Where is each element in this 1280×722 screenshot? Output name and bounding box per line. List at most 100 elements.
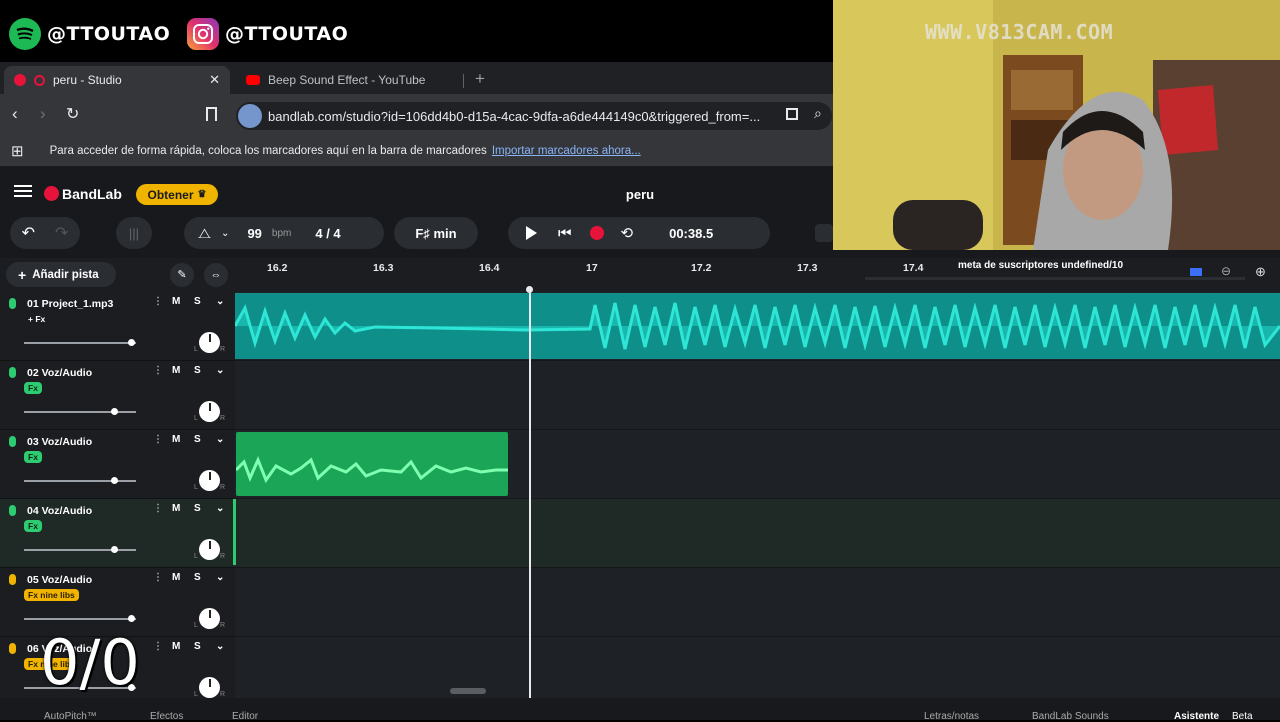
close-tab-icon[interactable]: ✕ <box>209 72 220 88</box>
mute-button[interactable]: M <box>172 365 180 376</box>
chevron-down-icon[interactable]: ⌄ <box>216 503 224 514</box>
volume-knob[interactable] <box>111 477 118 484</box>
tab-youtube[interactable]: Beep Sound Effect - YouTube <box>236 66 464 94</box>
fit-icon[interactable]: ⇔ <box>204 263 228 287</box>
zoom-out-icon[interactable]: ⊖ <box>1221 264 1231 278</box>
editor-button[interactable]: Editor <box>232 711 258 722</box>
volume-knob[interactable] <box>111 546 118 553</box>
volume-knob[interactable] <box>111 408 118 415</box>
reload-icon[interactable]: ↻ <box>66 104 79 124</box>
lane-06[interactable] <box>235 637 1280 706</box>
pencil-icon[interactable]: ✎ <box>170 263 194 287</box>
track-row-01[interactable]: 01 Project_1.mp3 ⋮ M S ⌄ + Fx L R <box>0 292 235 361</box>
mute-button[interactable]: M <box>172 434 180 445</box>
track-menu-icon[interactable]: ⋮ <box>153 365 163 376</box>
pan-knob[interactable] <box>199 677 220 698</box>
fx-badge[interactable]: Fx <box>24 520 42 532</box>
arrangement-area[interactable] <box>233 286 1280 698</box>
pan-knob[interactable] <box>199 332 220 353</box>
mute-button[interactable]: M <box>172 572 180 583</box>
apps-grid-icon[interactable]: ⊞ <box>11 142 24 160</box>
chevron-down-icon[interactable]: ⌄ <box>216 434 224 445</box>
key-selector[interactable]: F♯ min <box>394 217 478 249</box>
track-name[interactable]: 03 Voz/Audio <box>27 436 92 448</box>
track-name[interactable]: 01 Project_1.mp3 <box>27 298 113 310</box>
fx-badge[interactable]: Fx nine libs <box>24 589 79 601</box>
effects-button[interactable]: Efectos <box>150 711 183 722</box>
mute-button[interactable]: M <box>172 296 180 307</box>
sounds-button[interactable]: BandLab Sounds <box>1032 711 1109 722</box>
lane-03[interactable] <box>234 430 1280 499</box>
mic-permission-icon[interactable] <box>238 104 262 128</box>
new-tab-icon[interactable]: + <box>475 69 485 89</box>
bpm-value[interactable]: 99 <box>247 226 261 241</box>
assistant-button[interactable]: Asistente <box>1174 711 1219 722</box>
mute-button[interactable]: M <box>172 503 180 514</box>
solo-button[interactable]: S <box>194 434 201 445</box>
volume-slider[interactable] <box>24 339 136 346</box>
volume-knob[interactable] <box>128 339 135 346</box>
forward-icon[interactable]: › <box>40 104 46 124</box>
pan-knob[interactable] <box>199 401 220 422</box>
audio-region-voz-03[interactable] <box>234 432 508 496</box>
get-button[interactable]: Obtener ♛ <box>136 184 218 205</box>
chevron-down-icon[interactable]: ⌄ <box>216 296 224 307</box>
track-menu-icon[interactable]: ⋮ <box>153 503 163 514</box>
fx-badge[interactable]: Fx <box>24 382 42 394</box>
horizontal-scrollbar[interactable] <box>450 688 486 694</box>
pan-knob[interactable] <box>199 608 220 629</box>
track-menu-icon[interactable]: ⋮ <box>153 572 163 583</box>
reader-mode-icon[interactable] <box>786 108 798 120</box>
menu-icon[interactable] <box>14 185 32 187</box>
lane-04[interactable] <box>233 499 1280 568</box>
volume-slider[interactable] <box>24 546 136 553</box>
redo-icon[interactable]: ↷ <box>55 223 68 243</box>
back-icon[interactable]: ‹ <box>12 104 18 124</box>
zoom-icon[interactable]: ⌕ <box>814 105 822 122</box>
track-menu-icon[interactable]: ⋮ <box>153 641 163 652</box>
project-title[interactable]: peru <box>600 187 680 202</box>
track-row-04[interactable]: 04 Voz/Audio ⋮ M S ⌄ Fx L R <box>0 499 235 568</box>
track-menu-icon[interactable]: ⋮ <box>153 434 163 445</box>
mixer-button[interactable]: ||| <box>116 217 152 249</box>
metronome-icon[interactable]: ⧍ <box>198 225 211 242</box>
playhead-handle[interactable] <box>526 286 533 293</box>
audio-region-project[interactable] <box>233 293 1280 359</box>
lane-05[interactable] <box>235 568 1280 637</box>
fx-badge[interactable]: + Fx <box>24 313 49 325</box>
chevron-down-icon[interactable]: ⌄ <box>221 228 229 239</box>
zoom-in-icon[interactable]: ⊕ <box>1255 264 1266 280</box>
solo-button[interactable]: S <box>194 503 201 514</box>
fx-badge[interactable]: Fx <box>24 451 42 463</box>
settings-icon[interactable] <box>815 224 833 242</box>
track-menu-icon[interactable]: ⋮ <box>153 296 163 307</box>
brand-name[interactable]: BandLab <box>62 186 122 202</box>
playhead[interactable] <box>529 288 531 698</box>
chevron-down-icon[interactable]: ⌄ <box>216 572 224 583</box>
skip-to-start-icon[interactable]: ⏮ <box>558 225 572 242</box>
pan-knob[interactable] <box>199 470 220 491</box>
track-row-02[interactable]: 02 Voz/Audio ⋮ M S ⌄ Fx L R <box>0 361 235 430</box>
solo-button[interactable]: S <box>194 641 201 652</box>
track-name[interactable]: 05 Voz/Audio <box>27 574 92 586</box>
timeline-ruler[interactable]: 16.2 16.3 16.4 17 17.2 17.3 17.4 meta de… <box>235 258 1280 292</box>
track-name[interactable]: 04 Voz/Audio <box>27 505 92 517</box>
undo-icon[interactable]: ↶ <box>22 223 35 243</box>
import-bookmarks-link[interactable]: Importar marcadores ahora... <box>492 145 641 157</box>
track-row-03[interactable]: 03 Voz/Audio ⋮ M S ⌄ Fx L R <box>0 430 235 499</box>
chevron-down-icon[interactable]: ⌄ <box>216 641 224 652</box>
volume-knob[interactable] <box>128 615 135 622</box>
pan-knob[interactable] <box>199 539 220 560</box>
mute-button[interactable]: M <box>172 641 180 652</box>
add-track-button[interactable]: + Añadir pista <box>6 262 116 287</box>
solo-button[interactable]: S <box>194 296 201 307</box>
time-signature[interactable]: 4 / 4 <box>315 226 340 241</box>
lane-01[interactable] <box>233 292 1280 361</box>
tab-peru-studio[interactable]: peru - Studio ✕ <box>4 66 230 94</box>
play-icon[interactable] <box>526 226 537 240</box>
snap-icon[interactable] <box>1190 268 1202 276</box>
chevron-down-icon[interactable]: ⌄ <box>216 365 224 376</box>
record-icon[interactable] <box>589 226 604 240</box>
volume-slider[interactable] <box>24 477 136 484</box>
url-field[interactable]: bandlab.com/studio?id=106dd4b0-d15a-4cac… <box>236 102 832 130</box>
